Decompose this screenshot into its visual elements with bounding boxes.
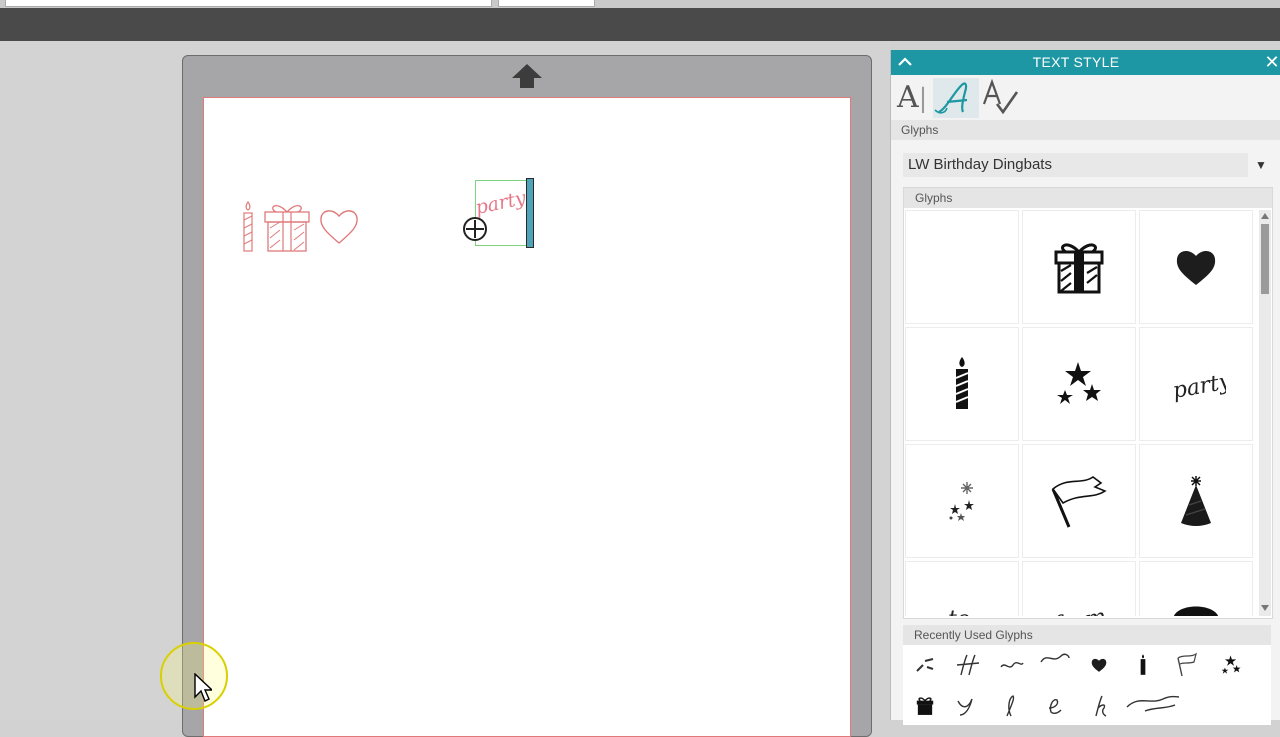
recent-glyph-4[interactable] — [1035, 645, 1075, 675]
sparkle-small-icon — [916, 658, 934, 672]
stars-icon — [1057, 362, 1101, 404]
cupcake-icon — [1174, 606, 1218, 616]
script-k-icon — [1095, 695, 1107, 717]
gift-icon — [1054, 243, 1104, 294]
glyph-grid: party — [905, 210, 1256, 616]
recent-glyph-12[interactable] — [1035, 691, 1075, 721]
glyph-cell-gift[interactable] — [1022, 210, 1136, 324]
feed-direction-arrow-icon — [512, 64, 542, 88]
party-script-icon: party — [1171, 369, 1226, 404]
tab-spelling[interactable] — [981, 78, 1021, 118]
glyph-scrollbar[interactable] — [1259, 210, 1271, 616]
glyph-cell-blank[interactable] — [905, 210, 1019, 324]
recent-glyph-8[interactable] — [1211, 650, 1251, 680]
script-y-icon — [957, 698, 973, 716]
flag-icon — [1051, 476, 1107, 528]
recent-glyph-5[interactable] — [1079, 650, 1119, 680]
glyph-cell-to[interactable]: to — [905, 561, 1019, 616]
script-l-icon — [1006, 695, 1015, 717]
script-a-icon — [934, 82, 968, 114]
scroll-up-icon[interactable] — [1259, 210, 1271, 222]
tilde-swash-icon — [1040, 653, 1070, 663]
text-style-panel: TEXT STYLE ✕ A| Glyphs LW Birthday Dingb… — [890, 50, 1280, 725]
ribbon-bar — [0, 8, 1280, 41]
glyph-cell-candle[interactable] — [905, 327, 1019, 441]
tab-glyphs[interactable] — [933, 78, 979, 118]
close-icon[interactable]: ✕ — [1263, 52, 1280, 72]
glyph-box-label: Glyphs — [915, 191, 953, 205]
swash-icon — [1000, 662, 1024, 668]
from-script-icon: from — [1050, 604, 1108, 616]
canvas-gift-icon[interactable] — [262, 200, 312, 254]
glyphs-section-label: Glyphs — [901, 123, 939, 137]
recent-glyph-11[interactable] — [991, 691, 1031, 721]
toolbar-field-2[interactable] — [498, 0, 595, 7]
panel-header: TEXT STYLE ✕ — [891, 50, 1280, 75]
canvas-heart-icon[interactable] — [318, 206, 360, 246]
tab-basic-text[interactable]: A| — [897, 78, 937, 118]
heart-small-icon — [1091, 658, 1107, 672]
recent-glyph-3[interactable] — [991, 650, 1031, 680]
svg-text:to: to — [948, 607, 970, 616]
long-swash-icon — [1126, 695, 1180, 712]
glyph-cell-flag[interactable] — [1022, 444, 1136, 558]
candle-small-icon — [1140, 654, 1146, 675]
recent-glyphs-header: Recently Used Glyphs — [903, 625, 1271, 645]
glyph-cell-party-hat[interactable] — [1139, 444, 1253, 558]
glyph-cell-from[interactable]: from — [1022, 561, 1136, 616]
top-toolbar — [0, 0, 1280, 8]
spell-check-icon — [982, 78, 1019, 115]
text-cursor-handle[interactable] — [526, 178, 534, 248]
candle-icon — [955, 357, 969, 409]
recent-glyph-2[interactable] — [947, 650, 987, 680]
dropdown-triangle-icon[interactable]: ▼ — [1251, 153, 1271, 177]
scroll-thumb[interactable] — [1261, 224, 1269, 294]
script-e-icon — [1048, 699, 1062, 715]
glyph-cell-stars[interactable] — [1022, 327, 1136, 441]
script-h-icon — [956, 654, 980, 676]
glyph-cell-party[interactable]: party — [1139, 327, 1253, 441]
svg-text:party: party — [1171, 369, 1226, 404]
gift-small-icon — [916, 697, 934, 715]
recent-glyph-1[interactable] — [905, 650, 945, 680]
scroll-down-icon[interactable] — [1259, 602, 1271, 614]
panel-title: TEXT STYLE — [1032, 54, 1120, 70]
font-select-value: LW Birthday Dingbats — [908, 156, 1052, 173]
sparkle-icon — [949, 482, 974, 521]
glyph-box: Glyphs party — [903, 187, 1273, 619]
recent-glyph-7[interactable] — [1167, 650, 1207, 680]
party-hat-icon — [1181, 476, 1211, 526]
recent-glyph-9[interactable] — [905, 691, 945, 721]
text-a-icon: A| — [897, 80, 928, 115]
toolbar-input[interactable] — [5, 0, 492, 7]
recent-glyphs-area — [903, 645, 1271, 725]
recent-glyph-6[interactable] — [1123, 650, 1163, 680]
recent-glyph-13[interactable] — [1079, 691, 1119, 721]
svg-text:from: from — [1050, 604, 1108, 616]
recent-glyph-14[interactable] — [1123, 687, 1183, 717]
glyph-cell-sparkle[interactable] — [905, 444, 1019, 558]
to-script-icon: to — [948, 607, 970, 616]
glyph-cell-heart[interactable] — [1139, 210, 1253, 324]
stars-small-icon — [1221, 655, 1241, 674]
glyphs-section-header: Glyphs — [891, 120, 1280, 140]
mouse-pointer-icon — [194, 673, 212, 702]
font-select[interactable]: LW Birthday Dingbats — [903, 153, 1248, 177]
glyph-cell-cupcake[interactable] — [1139, 561, 1253, 616]
recent-glyph-10[interactable] — [947, 691, 987, 721]
heart-icon — [1176, 250, 1216, 285]
glyph-box-header: Glyphs — [904, 188, 1272, 208]
move-handle-icon[interactable] — [462, 216, 488, 242]
flag-small-icon — [1177, 652, 1197, 677]
recent-glyphs-label: Recently Used Glyphs — [914, 628, 1033, 642]
canvas-candle-icon[interactable] — [240, 200, 256, 255]
